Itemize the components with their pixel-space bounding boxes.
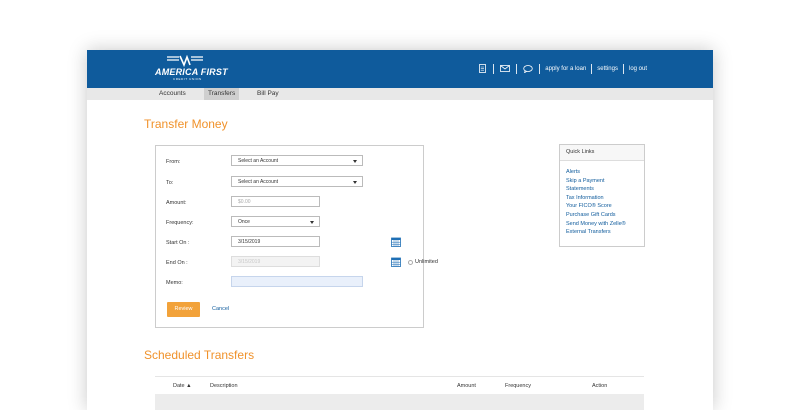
quick-link-tax-information[interactable]: Tax Information (566, 194, 644, 203)
amount-label: Amount: (166, 200, 187, 206)
start-date-value: 3/15/2019 (238, 239, 261, 245)
quick-links-panel: Quick Links Alerts Skip a Payment Statem… (559, 144, 645, 247)
settings-link[interactable]: settings (597, 66, 618, 72)
start-date-input[interactable]: 3/15/2019 (231, 236, 320, 247)
quick-link-fico-score[interactable]: Your FICO® Score (566, 202, 644, 211)
header-divider (516, 63, 518, 74)
memo-label: Memo: (166, 280, 183, 286)
end-on-label: End On : (166, 260, 188, 266)
end-date-input[interactable]: 3/15/2019 (231, 256, 320, 267)
mail-icon[interactable] (499, 63, 511, 74)
header-divider (591, 63, 593, 74)
america-first-logo[interactable]: AMERICA FIRST CREDIT UNION (155, 55, 235, 85)
logo-mark-icon (167, 55, 203, 67)
frequency-label: Frequency: (166, 220, 194, 226)
site-header: AMERICA FIRST CREDIT UNION apply for a l… (87, 50, 713, 88)
calendar-icon[interactable] (391, 237, 401, 247)
chevron-down-icon (353, 181, 357, 184)
header-divider (539, 63, 541, 74)
document-icon[interactable] (476, 63, 488, 74)
review-button[interactable]: Review (167, 302, 200, 317)
to-label: To: (166, 180, 174, 186)
page-title: Transfer Money (144, 117, 228, 131)
quick-link-external-transfers[interactable]: External Transfers (566, 228, 644, 237)
logo-text: AMERICA FIRST (155, 67, 228, 77)
from-label: From: (166, 159, 181, 165)
to-account-select[interactable]: Select an Account (231, 176, 363, 187)
quick-link-zelle[interactable]: Send Money with Zelle® (566, 220, 644, 229)
chat-icon[interactable] (522, 63, 534, 74)
quick-link-statements[interactable]: Statements (566, 185, 644, 194)
log-out-link[interactable]: log out (629, 66, 647, 72)
calendar-icon[interactable] (391, 257, 401, 267)
frequency-select[interactable]: Once (231, 216, 320, 227)
quick-link-skip-payment[interactable]: Skip a Payment (566, 177, 644, 186)
main-nav: Accounts Transfers Bill Pay (87, 88, 713, 100)
memo-input[interactable] (231, 276, 363, 287)
transfer-form: From: Select an Account To: Select an Ac… (155, 145, 438, 328)
browser-frame: AMERICA FIRST CREDIT UNION apply for a l… (87, 50, 713, 410)
quick-link-gift-cards[interactable]: Purchase Gift Cards (566, 211, 644, 220)
frequency-value: Once (238, 219, 250, 225)
header-divider (622, 63, 624, 74)
chevron-down-icon (310, 221, 314, 224)
nav-tab-accounts[interactable]: Accounts (155, 88, 190, 100)
column-description[interactable]: Description (210, 377, 238, 395)
amount-input[interactable]: $0.00 (231, 196, 320, 207)
nav-tab-bill-pay[interactable]: Bill Pay (253, 88, 283, 100)
column-action: Action (592, 383, 608, 389)
column-amount: Amount (457, 383, 476, 389)
quick-link-alerts[interactable]: Alerts (566, 168, 644, 177)
scheduled-transfers-title: Scheduled Transfers (144, 348, 255, 362)
end-date-value: 3/15/2019 (238, 259, 261, 265)
to-account-value: Select an Account (238, 179, 279, 185)
column-frequency: Frequency (505, 383, 531, 389)
column-date[interactable]: Date ▲ (173, 377, 192, 395)
header-divider (493, 63, 495, 74)
unlimited-checkbox[interactable] (408, 260, 413, 265)
quick-links-title: Quick Links (560, 145, 644, 161)
start-on-label: Start On : (166, 240, 190, 246)
amount-placeholder: $0.00 (238, 199, 251, 205)
header-links: apply for a loan settings log out (476, 63, 647, 74)
quick-links-list: Alerts Skip a Payment Statements Tax Inf… (560, 161, 644, 237)
scheduled-table-header: Date ▲ Description Amount Frequency Acti… (155, 376, 644, 395)
unlimited-label: Unlimited (415, 259, 438, 265)
logo-subtext: CREDIT UNION (173, 77, 202, 81)
from-account-value: Select an Account (238, 158, 279, 164)
cancel-button[interactable]: Cancel (212, 302, 229, 317)
nav-tab-transfers[interactable]: Transfers (204, 88, 240, 100)
apply-for-loan-link[interactable]: apply for a loan (545, 66, 586, 72)
table-row (155, 394, 644, 410)
from-account-select[interactable]: Select an Account (231, 155, 363, 166)
chevron-down-icon (353, 160, 357, 163)
